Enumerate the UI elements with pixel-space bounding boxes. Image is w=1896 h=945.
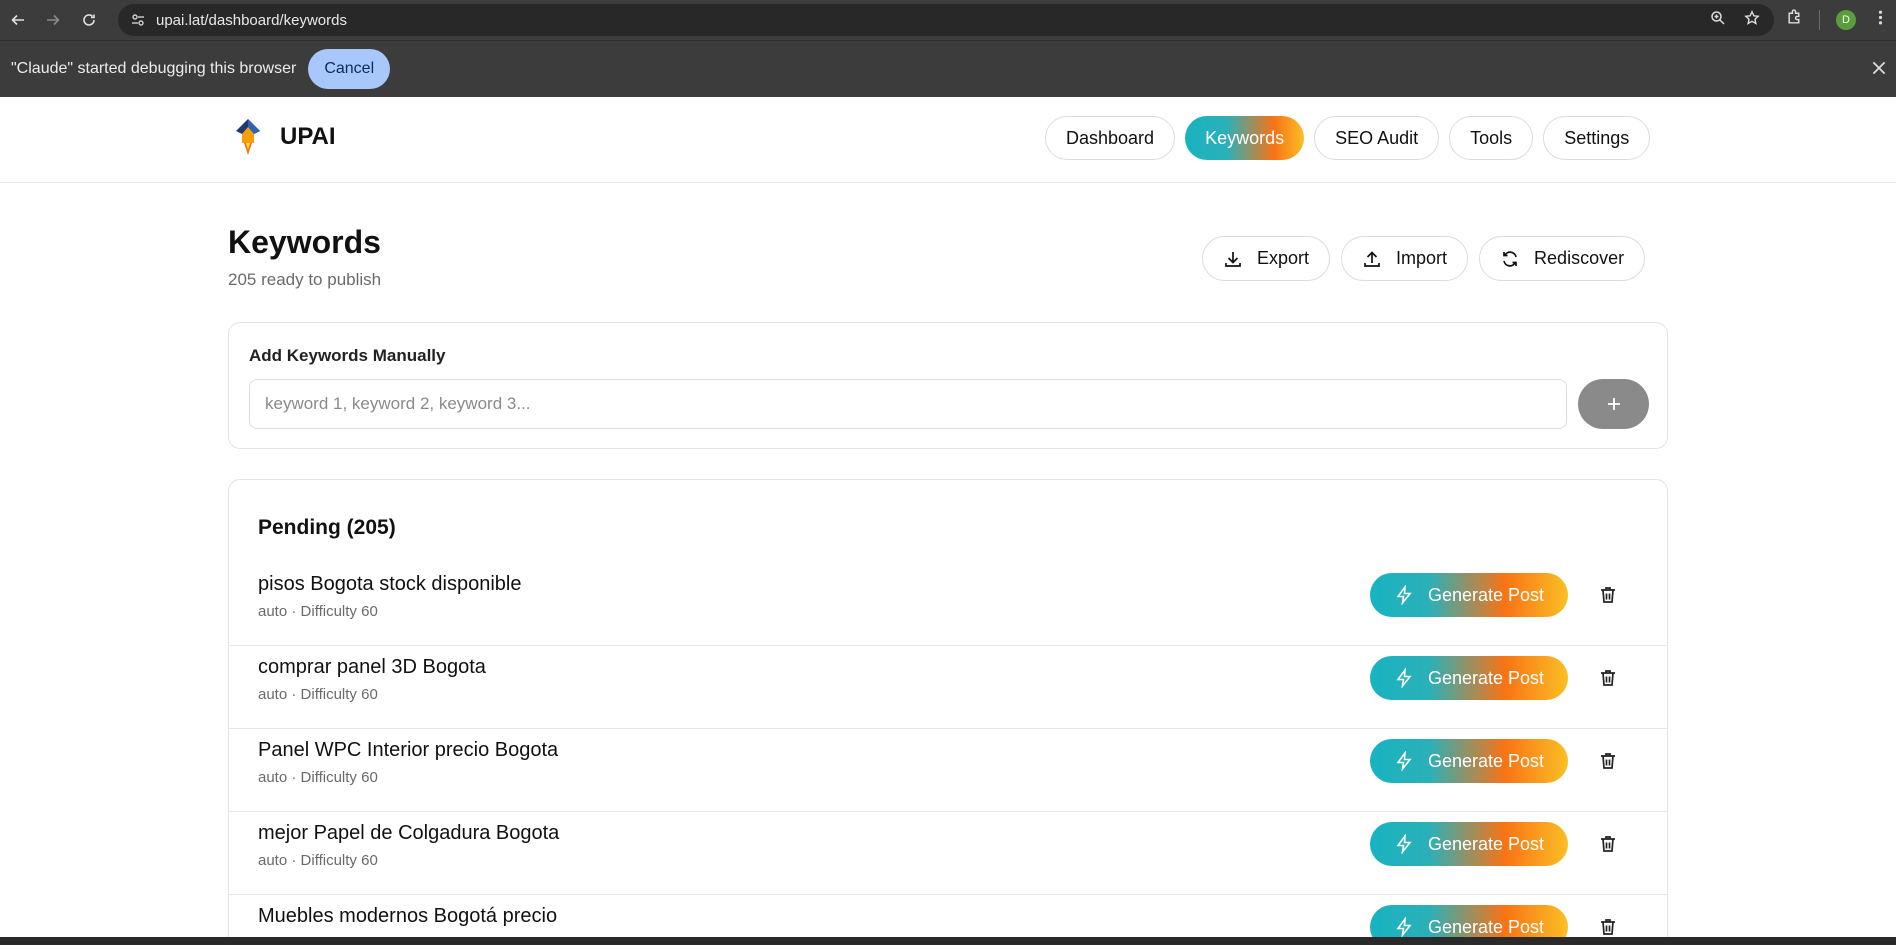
nav-tools[interactable]: Tools [1449,116,1534,160]
plus-icon [1607,398,1620,410]
lightning-icon [1396,585,1412,605]
generate-post-button[interactable]: Generate Post [1370,573,1568,617]
export-button[interactable]: Export [1202,236,1331,281]
reload-icon[interactable] [72,3,106,37]
debugging-message: "Claude" started debugging this browser [11,60,297,77]
keyword-name: mejor Papel de Colgadura Bogota [258,822,560,844]
keyword-meta: auto · Difficulty 60 [258,603,378,620]
trash-icon [1601,836,1615,852]
page-subtitle: 205 ready to publish [228,270,382,289]
page-title: Keywords [228,224,381,260]
lightning-icon [1396,834,1412,854]
cancel-debugging-button[interactable]: Cancel [308,49,391,89]
bookmark-star-icon[interactable] [1744,9,1760,31]
nav-dashboard[interactable]: Dashboard [1045,116,1176,160]
extensions-icon[interactable] [1786,9,1803,31]
toolbar-divider [1819,10,1820,30]
import-button[interactable]: Import [1341,236,1469,281]
lightning-icon [1396,917,1412,937]
keyword-meta: auto · Difficulty 60 [258,769,378,786]
site-settings-icon[interactable] [130,12,146,28]
brand[interactable]: UPAI [232,117,336,157]
brand-name: UPAI [280,123,336,150]
delete-keyword-button[interactable] [1596,915,1620,939]
keyword-name: pisos Bogota stock disponible [258,573,522,595]
upload-icon [1364,250,1380,267]
zoom-icon[interactable] [1710,10,1726,31]
pending-keywords-card: Pending (205) pisos Bogota stock disponi… [228,479,1668,945]
keyword-meta: auto · Difficulty 60 [258,852,378,869]
add-keywords-label: Add Keywords Manually [249,346,446,365]
delete-keyword-button[interactable] [1596,583,1620,607]
trash-icon [1601,587,1615,603]
address-bar[interactable]: upai.lat/dashboard/keywords [118,4,1774,36]
trash-icon [1601,753,1615,769]
lightning-icon [1396,751,1412,771]
keyword-name: Muebles modernos Bogotá precio [258,905,558,927]
delete-keyword-button[interactable] [1596,666,1620,690]
keyword-name: Panel WPC Interior precio Bogota [258,739,559,761]
generate-post-label: Generate Post [1427,916,1545,937]
nav-settings[interactable]: Settings [1543,116,1651,160]
keyword-row: comprar panel 3D Bogota auto · Difficulty… [229,646,1667,729]
nav-keywords[interactable]: Keywords [1185,116,1305,160]
generate-post-label: Generate Post [1427,750,1545,771]
profile-avatar[interactable]: D [1836,10,1856,30]
rediscover-button[interactable]: Rediscover [1479,236,1646,281]
keyword-row: mejor Papel de Colgadura Bogota auto · Di… [229,812,1667,895]
delete-keyword-button[interactable] [1596,749,1620,773]
keyword-row: Panel WPC Interior precio Bogota auto · D… [229,729,1667,812]
url-text: upai.lat/dashboard/keywords [156,11,347,29]
generate-post-button[interactable]: Generate Post [1370,822,1568,866]
rocket-logo-icon [236,119,260,155]
delete-keyword-button[interactable] [1596,832,1620,856]
menu-icon[interactable] [1872,9,1889,31]
generate-post-label: Generate Post [1427,667,1545,688]
generate-post-button[interactable]: Generate Post [1370,739,1568,783]
page-actions: Export Import Rediscover [1202,236,1646,281]
keywords-input[interactable] [249,379,1567,429]
app-header: UPAI Dashboard Keywords SEO Audit Tools … [0,97,1896,183]
trash-icon [1601,670,1615,686]
import-label: Import [1396,248,1448,268]
forward-icon[interactable] [36,3,70,37]
add-keywords-card: Add Keywords Manually [228,322,1668,449]
generate-post-label: Generate Post [1427,584,1545,605]
export-label: Export [1257,248,1310,268]
browser-toolbar: upai.lat/dashboard/keywords D [0,0,1896,40]
download-icon [1225,251,1241,267]
close-icon[interactable] [1870,59,1888,77]
trash-icon [1601,919,1615,935]
keyword-meta: auto · Difficulty 60 [258,686,378,703]
keyword-row: pisos Bogota stock disponible auto · Diff… [229,563,1667,646]
generate-post-label: Generate Post [1427,833,1545,854]
lightning-icon [1396,668,1412,688]
keyword-name: comprar panel 3D Bogota [258,656,486,678]
generate-post-button[interactable]: Generate Post [1370,656,1568,700]
nav-seo-audit[interactable]: SEO Audit [1314,116,1440,160]
debugging-infobar: "Claude" started debugging this browser … [0,40,1896,97]
add-keywords-button[interactable] [1578,379,1649,429]
taskbar-strip [0,937,1896,945]
rediscover-label: Rediscover [1534,248,1625,268]
back-icon[interactable] [1,3,35,37]
main-navigation: Dashboard Keywords SEO Audit Tools Setti… [1045,116,1651,160]
refresh-icon [1503,250,1517,267]
pending-title: Pending (205) [258,516,396,539]
